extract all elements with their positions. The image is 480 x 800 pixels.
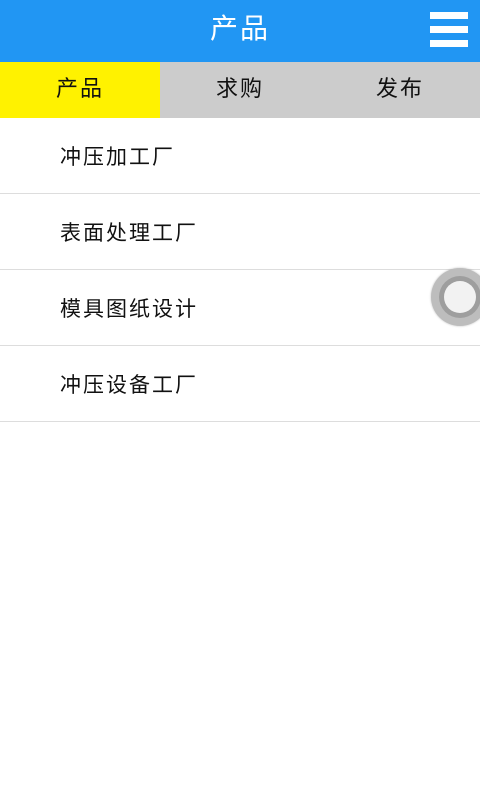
tab-products[interactable]: 产品 (0, 62, 160, 118)
menu-button[interactable] (430, 12, 468, 48)
tab-purchase[interactable]: 求购 (160, 62, 320, 118)
header-bar: 产品 (0, 0, 480, 62)
list-item[interactable]: 模具图纸设计 (0, 270, 480, 346)
tab-bar: 产品 求购 发布 (0, 62, 480, 118)
app-screen: 产品 产品 求购 发布 冲压加工厂 表面处理工厂 模具图纸设计 冲压设备工厂 (0, 0, 480, 800)
list-item[interactable]: 冲压设备工厂 (0, 346, 480, 422)
tab-publish[interactable]: 发布 (320, 62, 480, 118)
floating-assist-button[interactable] (431, 268, 480, 326)
list-item[interactable]: 冲压加工厂 (0, 118, 480, 194)
category-list: 冲压加工厂 表面处理工厂 模具图纸设计 冲压设备工厂 (0, 118, 480, 422)
page-title: 产品 (209, 12, 270, 45)
list-item[interactable]: 表面处理工厂 (0, 194, 480, 270)
